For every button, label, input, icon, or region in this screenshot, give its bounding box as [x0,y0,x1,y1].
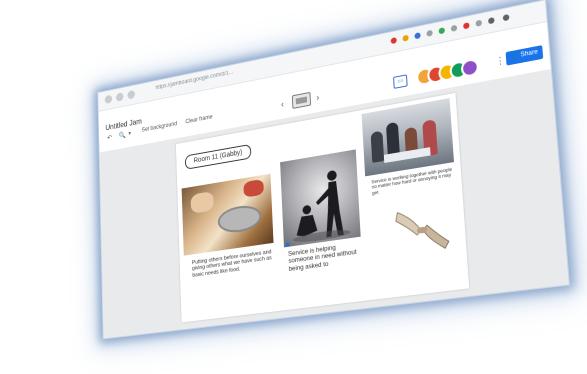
room-label[interactable]: Room 11 (Gabby) [185,144,252,170]
share-button[interactable]: 👤 Share [506,45,544,65]
profile-icon[interactable] [503,14,510,21]
screenshot-stage: https://jamboard.google.com/d/1... ‹ › ▭ [0,0,587,374]
collaborator-avatars [416,56,489,84]
avatar[interactable] [460,57,479,78]
person-shape [371,131,385,163]
extension-icon[interactable] [475,20,482,27]
food-shape [243,179,264,198]
jamboard-window: https://jamboard.google.com/d/1... ‹ › ▭ [97,0,570,339]
extension-icon[interactable] [391,37,397,44]
extension-icon[interactable] [451,25,458,32]
hands-drawing [391,195,452,262]
next-frame-button[interactable]: › [316,92,319,102]
share-label: Share [520,49,538,59]
more-vert-icon[interactable]: ⋮ [495,54,505,67]
pot-shape [217,203,261,235]
reload-icon[interactable] [127,90,135,100]
extension-icon[interactable] [426,30,432,37]
hands-sketch-photo[interactable] [391,195,452,262]
group-meeting-photo[interactable] [362,98,454,176]
helping-silhouette-photo[interactable] [280,149,361,247]
frame-bar-thumbnail[interactable] [292,92,311,109]
chevron-down-icon[interactable]: ▾ [128,130,131,137]
present-icon[interactable]: ▭ [393,74,408,89]
caption-helping[interactable]: Service is helping someone in need witho… [288,241,362,273]
extension-icon[interactable] [414,32,420,39]
caption-food[interactable]: Putting others before ourselves and givi… [192,249,276,279]
back-icon[interactable] [105,95,112,105]
food-sharing-photo[interactable] [182,174,274,256]
silhouette-figures [280,149,361,247]
undo-icon[interactable]: ↶ [107,134,112,142]
person-add-icon: 👤 [510,53,519,61]
prev-frame-button[interactable]: ‹ [281,99,284,109]
extension-icon[interactable] [439,27,446,34]
zoom-icon[interactable]: 🔍 [119,131,126,140]
extension-icon[interactable] [463,22,470,29]
forward-icon[interactable] [116,92,124,102]
extension-icon[interactable] [488,17,495,24]
extension-icon[interactable] [402,35,408,42]
hand-shape [191,191,214,214]
